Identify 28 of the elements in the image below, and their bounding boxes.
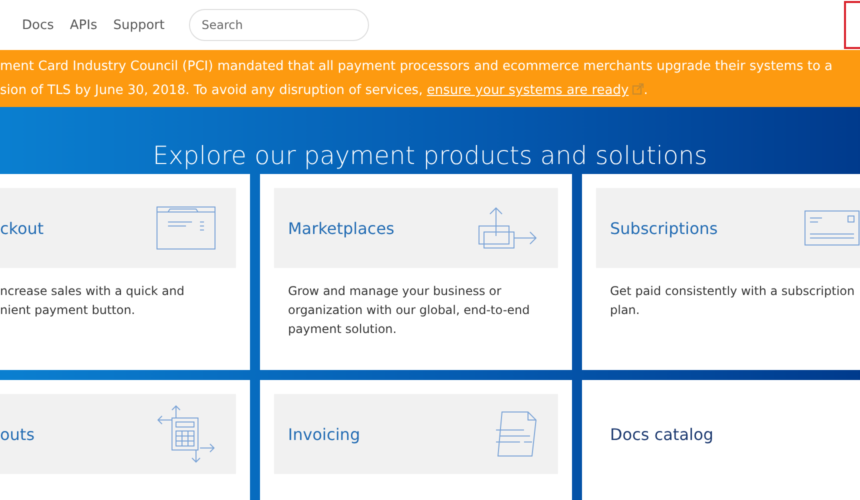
card-title: outs — [0, 424, 35, 444]
product-card[interactable]: Marketplaces Grow and manage your business or organization with our global, end-to-end payment solution. — [260, 174, 572, 370]
calculator-icon — [156, 404, 216, 464]
browser-window-icon — [156, 206, 216, 250]
document-icon — [494, 410, 538, 458]
product-card[interactable]: ckout ncrease sales with a quick and nient payment button. — [0, 174, 250, 370]
card-title: Invoicing — [288, 424, 360, 444]
product-card[interactable]: Invoicing — [260, 380, 572, 500]
product-card[interactable]: outs — [0, 380, 250, 500]
card-description: Grow and manage your business or organization with our global, end-to-end payment solution. — [288, 283, 531, 338]
search-field[interactable]: Search — [188, 9, 369, 41]
hero-title: Explore our payment products and solutions — [152, 140, 708, 172]
card-title: Marketplaces — [288, 218, 394, 238]
nav-link[interactable]: Docs — [22, 18, 54, 32]
notice-text: ment Card Industry Council (PCI) mandated that all payment processors and ecommerce merchants upgrade their systems to a — [0, 58, 834, 76]
card-description: ncrease sales with a quick and nient payment button. — [0, 283, 186, 319]
product-card[interactable]: Docs catalog — [582, 380, 860, 500]
card-icon — [804, 210, 860, 246]
card-title: ckout — [0, 218, 44, 238]
card-description: Get paid consistently with a subscription plan. — [610, 283, 856, 319]
nav-link[interactable]: Support — [113, 18, 165, 32]
external-link-icon — [632, 83, 644, 95]
card-title: Subscriptions — [610, 218, 718, 238]
nav-link[interactable]: APIs — [70, 18, 98, 32]
transfer-arrows-icon — [478, 206, 538, 250]
notice-text: sion of TLS by June 30, 2018. To avoid any disruption of services, ensure your systems are ready . — [0, 82, 649, 100]
card-title: Docs catalog — [610, 424, 714, 444]
product-card[interactable]: Subscriptions Get paid consistently with a subscription plan. — [582, 174, 860, 370]
